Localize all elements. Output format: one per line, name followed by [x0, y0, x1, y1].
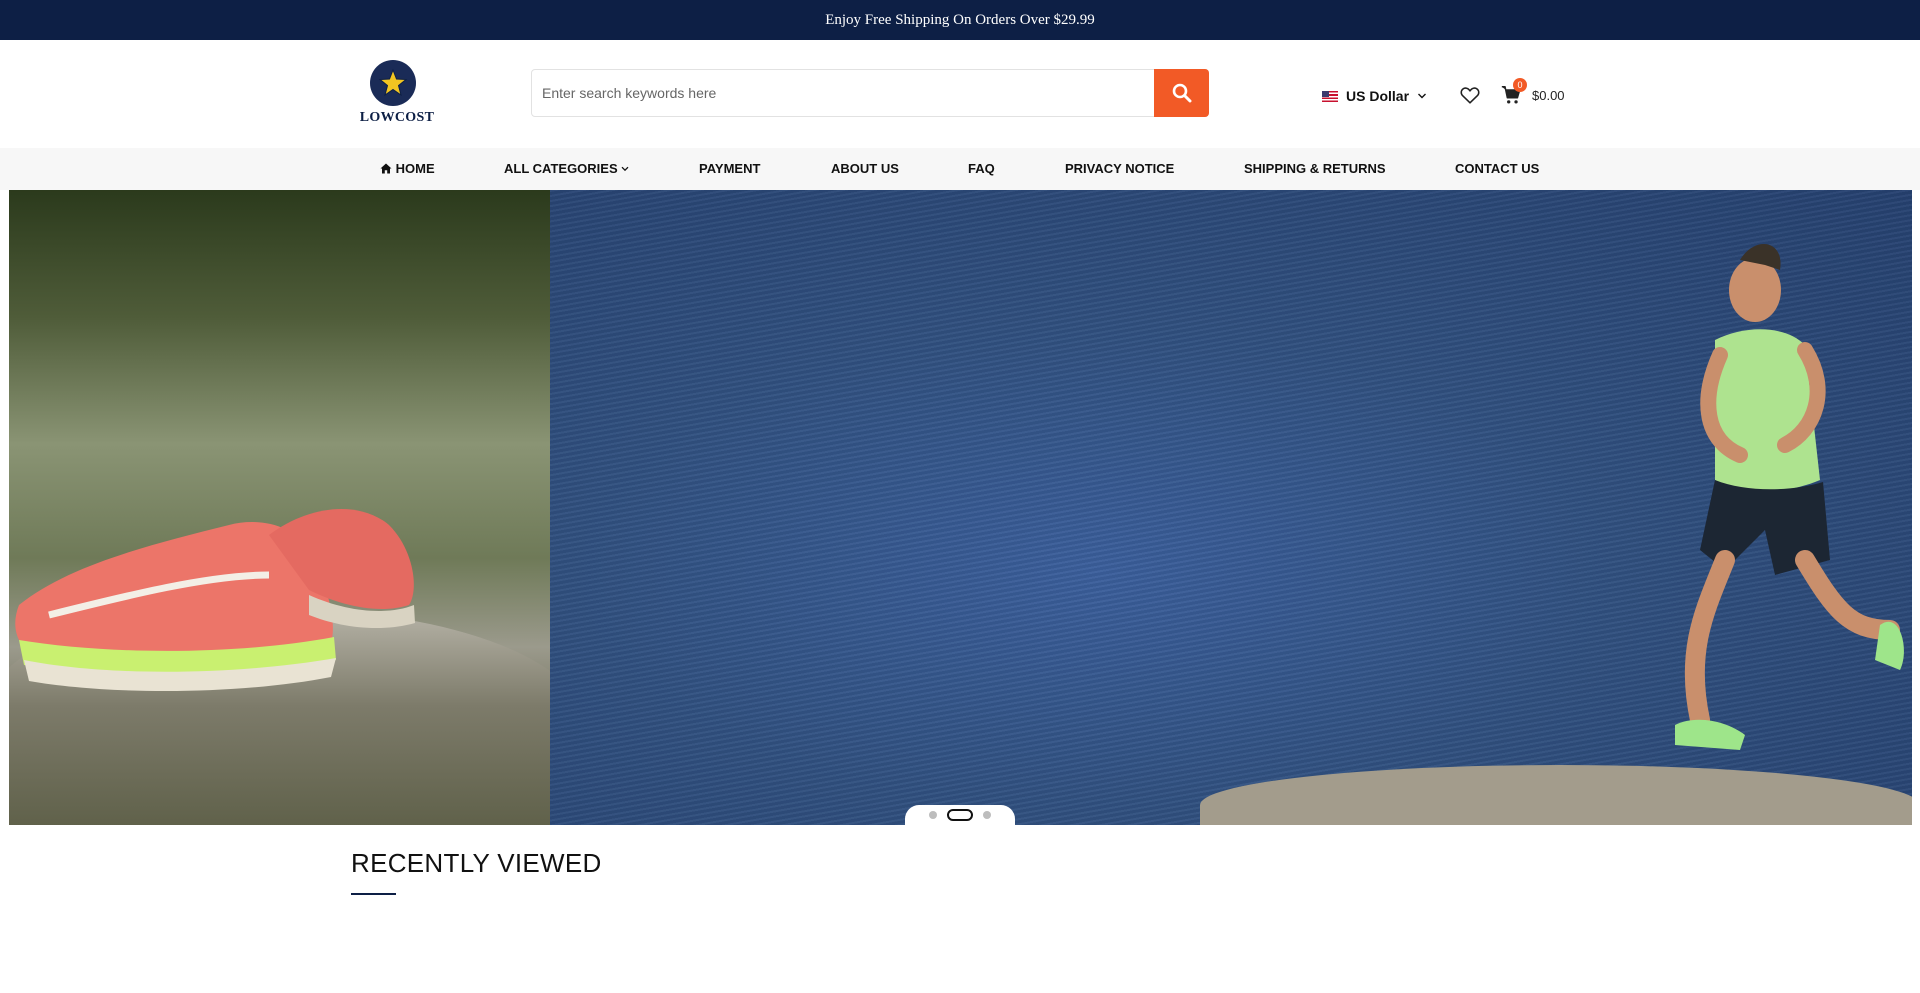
section-title-underline	[351, 893, 396, 895]
nav-payment[interactable]: PAYMENT	[699, 148, 760, 190]
nav-about-us[interactable]: ABOUT US	[831, 148, 899, 190]
cart-total[interactable]: $0.00	[1532, 88, 1565, 103]
us-flag-icon	[1322, 90, 1338, 102]
hero-banner[interactable]	[9, 190, 1912, 825]
search-bar	[531, 69, 1209, 117]
recently-viewed-title: RECENTLY VIEWED	[351, 848, 602, 878]
main-nav: HOME ALL CATEGORIES PAYMENT ABOUT US FAQ…	[0, 148, 1920, 190]
nav-contact-us-label: CONTACT US	[1455, 161, 1540, 176]
currency-selector[interactable]: US Dollar	[1322, 86, 1427, 106]
nav-payment-label: PAYMENT	[699, 161, 761, 176]
store-logo[interactable]: LOWCOST	[357, 60, 437, 128]
nav-privacy-notice-label: PRIVACY NOTICE	[1065, 161, 1175, 176]
runner-figure	[1675, 243, 1904, 750]
nav-home[interactable]: HOME	[380, 148, 435, 190]
site-header: LOWCOST US Dollar 0 $0.00	[0, 40, 1920, 148]
nav-home-label: HOME	[395, 161, 435, 176]
nav-contact-us[interactable]: CONTACT US	[1455, 148, 1539, 190]
nav-about-us-label: ABOUT US	[831, 161, 899, 176]
slide-dot-3[interactable]	[983, 811, 991, 819]
nav-all-categories-label: ALL CATEGORIES	[504, 161, 618, 176]
nav-all-categories[interactable]: ALL CATEGORIES	[504, 148, 629, 190]
search-icon	[1172, 83, 1191, 103]
nav-shipping-returns[interactable]: SHIPPING & RETURNS	[1244, 148, 1386, 190]
search-input[interactable]	[532, 70, 1154, 116]
promo-bar: Enjoy Free Shipping On Orders Over $29.9…	[0, 0, 1920, 40]
promo-text: Enjoy Free Shipping On Orders Over $29.9…	[825, 11, 1095, 28]
logo-emblem	[370, 60, 416, 106]
currency-label: US Dollar	[1346, 88, 1410, 104]
running-shoes-image	[15, 508, 415, 692]
logo-text: LOWCOST	[359, 110, 435, 125]
nav-faq[interactable]: FAQ	[968, 148, 995, 190]
heart-icon[interactable]	[1459, 84, 1481, 106]
nav-privacy-notice[interactable]: PRIVACY NOTICE	[1065, 148, 1174, 190]
nav-shipping-returns-label: SHIPPING & RETURNS	[1244, 161, 1386, 176]
chevron-down-icon	[621, 166, 629, 172]
hero-shoes-image	[9, 190, 589, 825]
home-icon	[380, 163, 392, 174]
star-icon	[378, 68, 408, 97]
slide-dot-1[interactable]	[929, 811, 937, 819]
cart-count-badge: 0	[1513, 78, 1527, 92]
chevron-down-icon	[1418, 93, 1427, 99]
slide-dot-2[interactable]	[947, 809, 973, 821]
slider-pagination	[905, 805, 1015, 825]
nav-faq-label: FAQ	[968, 161, 995, 176]
hero-runner-image	[550, 190, 1912, 825]
search-button[interactable]	[1154, 69, 1209, 117]
